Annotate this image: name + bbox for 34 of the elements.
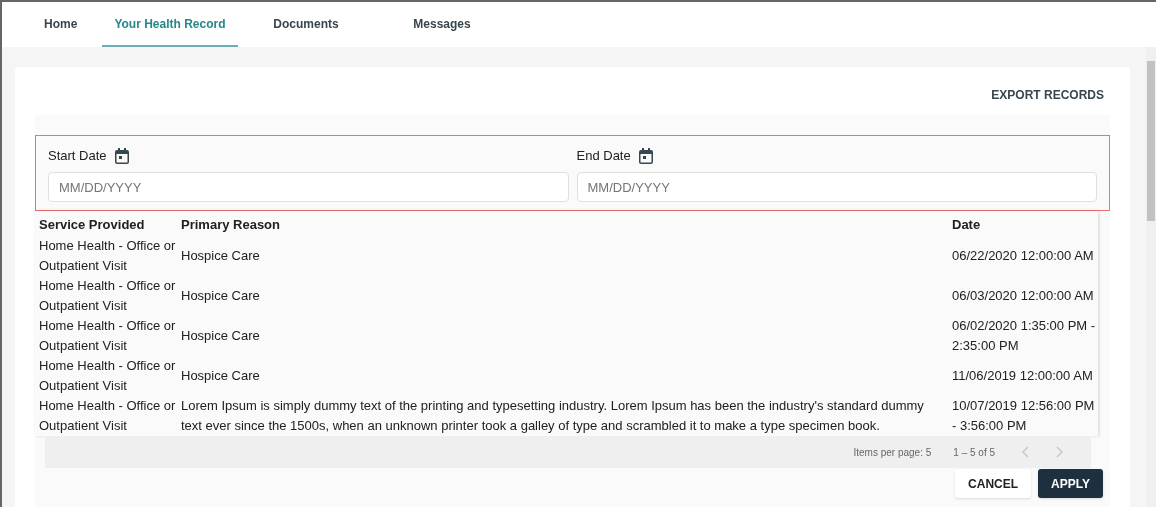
date-label: Start Date xyxy=(48,147,107,166)
table-cell: Home Health - Office or Outpatient Visit xyxy=(35,316,181,356)
calendar-icon[interactable] xyxy=(114,148,129,164)
table-cell: 06/02/2020 1:35:00 PM - 2:35:00 PM xyxy=(952,316,1098,356)
table-cell: Home Health - Office or Outpatient Visit xyxy=(35,276,181,316)
page-range-label: 1 – 5 of 5 xyxy=(953,445,995,460)
nav-tab[interactable]: Home xyxy=(22,2,102,47)
table-cell: Hospice Care xyxy=(181,356,952,396)
column-header: Primary Reason xyxy=(181,211,952,236)
table-cell: Home Health - Office or Outpatient Visit xyxy=(35,236,181,276)
cancel-button[interactable]: CANCEL xyxy=(955,469,1032,498)
table-cell: 10/07/2019 12:56:00 PM - 3:56:00 PM xyxy=(952,396,1098,436)
table-cell: Hospice Care xyxy=(181,236,952,276)
table-cell: Hospice Care xyxy=(181,276,952,316)
items-per-page-label: Items per page: 5 xyxy=(853,445,932,460)
table-cell: Home Health - Office or Outpatient Visit xyxy=(35,396,181,436)
table-cell: 06/22/2020 12:00:00 AM xyxy=(952,236,1098,276)
nav-tab[interactable]: Messages xyxy=(374,2,510,47)
table-cell: 06/03/2020 12:00:00 AM xyxy=(952,276,1098,316)
export-records-button[interactable]: EXPORT RECORDS xyxy=(991,85,1104,105)
apply-button[interactable]: APPLY xyxy=(1038,469,1103,498)
column-header: Date xyxy=(952,211,1098,236)
nav-tab[interactable]: Documents xyxy=(238,2,374,47)
calendar-icon[interactable] xyxy=(638,148,653,164)
scrollbar-thumb[interactable] xyxy=(1147,61,1155,221)
table-cell: Lorem Ipsum is simply dummy text of the printing and typesetting industry. Lorem Ipsum has been the industry's standard dummy text ever since the 1500s, when an unknown printer took a galley of type and scrambled it to make a type specimen book. xyxy=(181,396,952,436)
date-input[interactable]: MM/DD/YYYY xyxy=(576,172,1097,202)
table-cell: Hospice Care xyxy=(181,316,952,356)
table-cell: 11/06/2019 12:00:00 AM xyxy=(952,356,1098,396)
nav-tab[interactable]: Your Health Record xyxy=(102,2,238,47)
date-input[interactable]: MM/DD/YYYY xyxy=(48,172,569,202)
table-cell: Home Health - Office or Outpatient Visit xyxy=(35,356,181,396)
column-header: Service Provided xyxy=(35,211,181,236)
date-label: End Date xyxy=(576,147,631,166)
